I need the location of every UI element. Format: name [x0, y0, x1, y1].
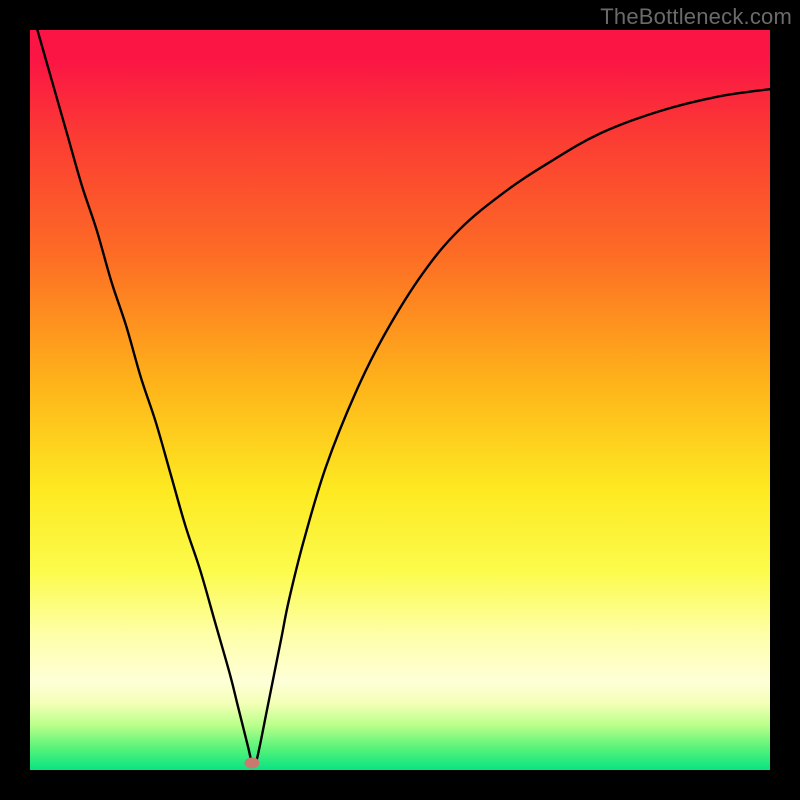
bottleneck-curve: [30, 30, 770, 770]
plot-area: [30, 30, 770, 770]
chart-frame: TheBottleneck.com: [0, 0, 800, 800]
minimum-marker-icon: [245, 757, 260, 768]
watermark-text: TheBottleneck.com: [600, 4, 792, 30]
